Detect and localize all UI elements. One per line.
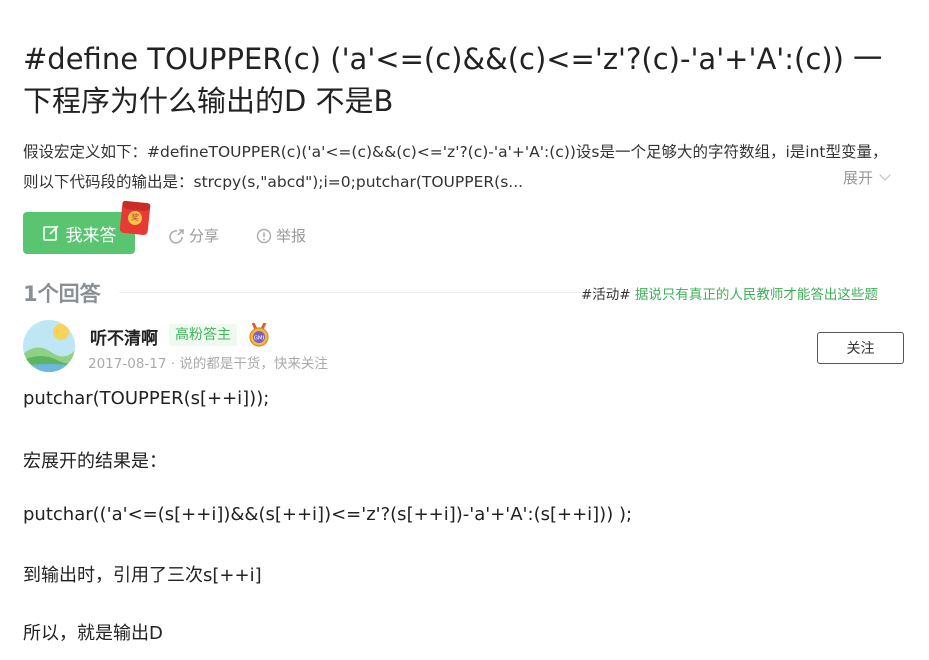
activity-link[interactable]: 据说只有真正的人民教师才能答出这些题 (635, 287, 878, 303)
answer-line: 到输出时，引用了三次s[++i] (23, 565, 262, 586)
share-button[interactable]: 分享 (169, 225, 219, 246)
activity-tag: #活动# (581, 287, 631, 303)
medal-text: GMI (254, 336, 265, 342)
question-description: 假设宏定义如下：#defineTOUPPER(c)('a'<=(c)&&(c)<… (23, 143, 888, 191)
answer-button-label: 我来答 (65, 225, 117, 246)
answer-line: 宏展开的结果是： (23, 451, 167, 472)
divider (119, 292, 589, 293)
status-badge: 高粉答主 (169, 324, 237, 346)
share-label: 分享 (189, 227, 220, 245)
answer-username[interactable]: 听不清啊 (90, 324, 158, 349)
expand-label: 展开 (843, 169, 874, 187)
expand-button[interactable]: 展开 (843, 167, 891, 188)
answer-line: putchar(TOUPPER(s[++i])); (23, 388, 270, 409)
chevron-down-icon (879, 169, 891, 181)
answer-line: putchar(('a'<=(s[++i])&&(s[++i])<='z'?(s… (23, 504, 633, 525)
answer-line: 所以，就是输出D (23, 623, 163, 644)
red-packet-icon: 奖 (119, 200, 151, 236)
question-title: #define TOUPPER(c) ('a'<=(c)&&(c)<='z'?(… (23, 42, 883, 118)
answer-button[interactable]: 我来答 (23, 212, 135, 254)
share-icon (169, 228, 184, 244)
activity-banner: #活动# 据说只有真正的人民教师才能答出这些题 (581, 283, 878, 303)
report-button[interactable]: 举报 (256, 225, 306, 246)
report-label: 举报 (276, 227, 307, 245)
follow-button[interactable]: 关注 (817, 332, 904, 364)
answer-count: 1个回答 (23, 282, 101, 306)
answer-meta: 2017-08-17 · 说的都是干货，快来关注 (88, 356, 328, 372)
avatar[interactable] (23, 320, 75, 372)
report-icon (256, 228, 272, 243)
edit-icon (42, 225, 59, 241)
medal-icon: GMI (249, 323, 269, 347)
red-packet-text: 奖 (127, 210, 143, 226)
